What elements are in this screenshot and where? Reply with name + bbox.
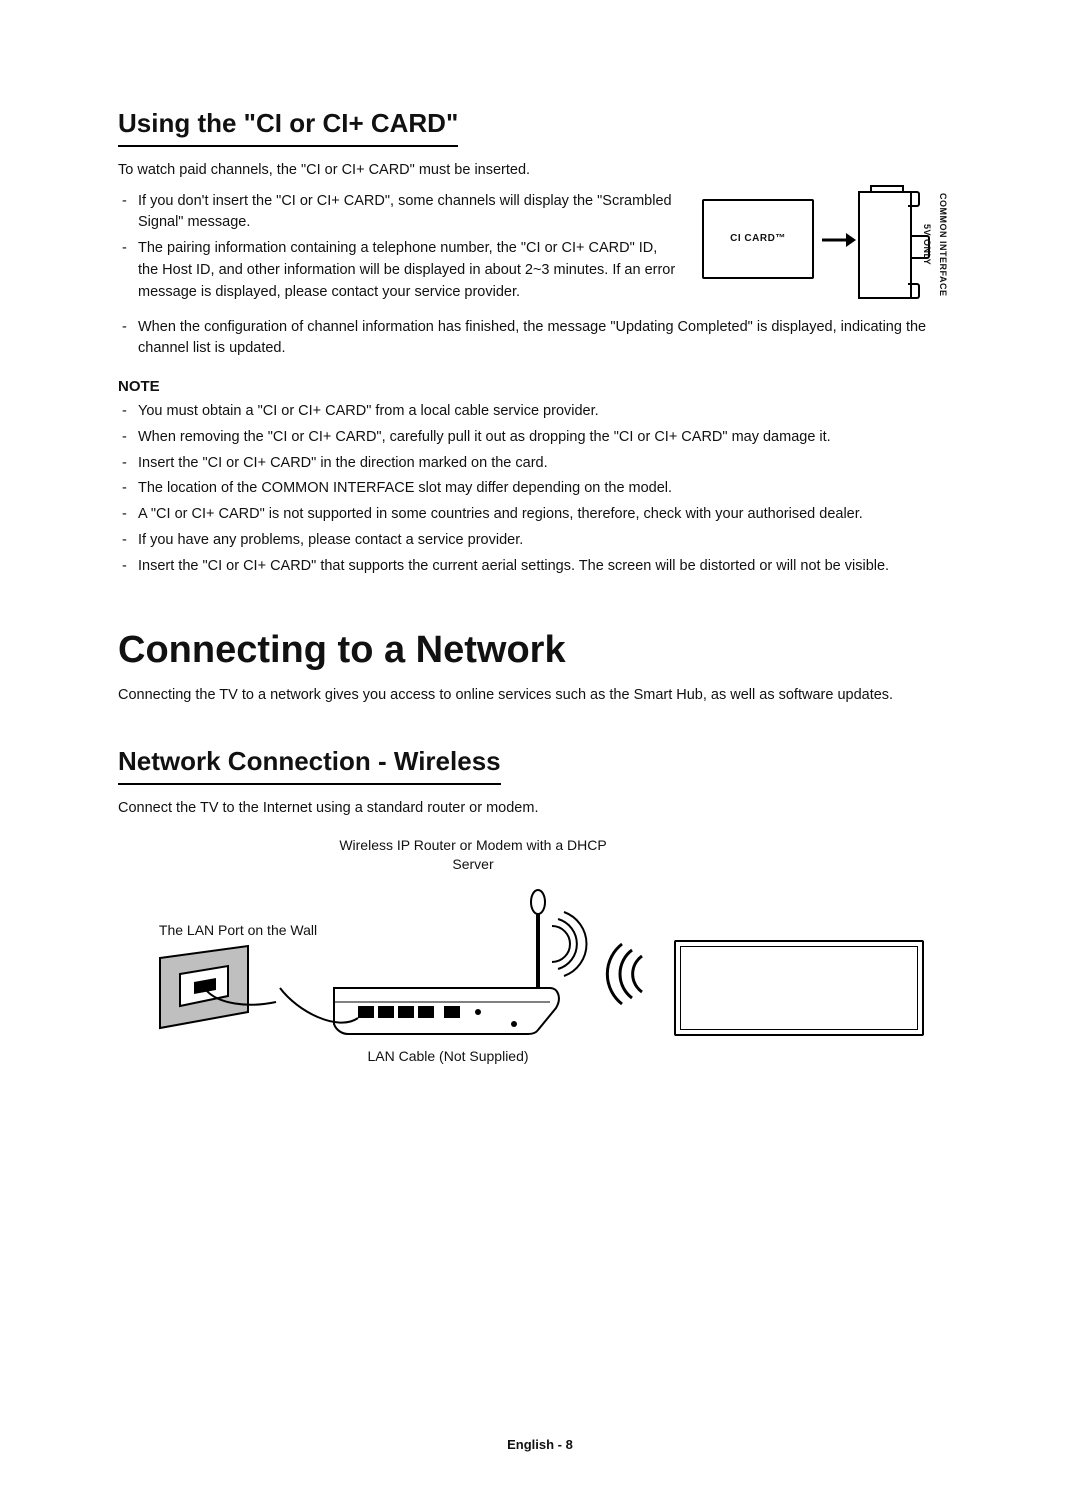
slot-label-5v: 5V ONLY bbox=[922, 224, 932, 265]
label-wall-port: The LAN Port on the Wall bbox=[138, 922, 338, 938]
ci-notes: You must obtain a "CI or CI+ CARD" from … bbox=[118, 401, 962, 577]
ci-slot-icon bbox=[858, 191, 912, 299]
label-lan-cable: LAN Cable (Not Supplied) bbox=[328, 1048, 568, 1064]
label-router: Wireless IP Router or Modem with a DHCP … bbox=[328, 836, 618, 874]
intro-ci-card: To watch paid channels, the "CI or CI+ C… bbox=[118, 161, 962, 181]
list-item: If you don't insert the "CI or CI+ CARD"… bbox=[120, 191, 680, 235]
router-icon bbox=[328, 892, 568, 1042]
heading-ci-card: Using the "CI or CI+ CARD" bbox=[118, 108, 458, 147]
note-heading: NOTE bbox=[118, 378, 962, 395]
ci-bullets-2: When the configuration of channel inform… bbox=[118, 317, 962, 361]
wifi-waves-icon bbox=[604, 944, 650, 1004]
list-item: Insert the "CI or CI+ CARD" in the direc… bbox=[120, 453, 962, 475]
list-item: The location of the COMMON INTERFACE slo… bbox=[120, 478, 962, 500]
ci-card-label: CI CARD™ bbox=[730, 233, 786, 244]
intro-wireless: Connect the TV to the Internet using a s… bbox=[118, 799, 962, 819]
list-item: You must obtain a "CI or CI+ CARD" from … bbox=[120, 401, 962, 423]
page-footer: English - 8 bbox=[0, 1437, 1080, 1452]
wireless-figure: Wireless IP Router or Modem with a DHCP … bbox=[118, 836, 962, 1086]
list-item: A "CI or CI+ CARD" is not supported in s… bbox=[120, 504, 962, 526]
section-ci-card: Using the "CI or CI+ CARD" To watch paid… bbox=[118, 108, 962, 577]
list-item: If you have any problems, please contact… bbox=[120, 530, 962, 552]
list-item: Insert the "CI or CI+ CARD" that support… bbox=[120, 556, 962, 578]
wall-port-icon bbox=[158, 944, 278, 1030]
arrow-right-icon bbox=[822, 231, 856, 249]
tv-icon bbox=[674, 940, 924, 1036]
heading-network: Connecting to a Network bbox=[118, 629, 962, 672]
intro-network: Connecting the TV to a network gives you… bbox=[118, 686, 962, 706]
ci-card-icon: CI CARD™ bbox=[702, 199, 814, 279]
list-item: The pairing information containing a tel… bbox=[120, 238, 680, 303]
slot-label-common-interface: COMMON INTERFACE bbox=[938, 193, 948, 297]
list-item: When the configuration of channel inform… bbox=[120, 317, 962, 361]
list-item: When removing the "CI or CI+ CARD", care… bbox=[120, 427, 962, 449]
heading-wireless: Network Connection - Wireless bbox=[118, 746, 501, 785]
ci-card-figure: CI CARD™ 5V ONLY COMMON INTERFACE bbox=[702, 191, 962, 311]
ci-bullets-1: If you don't insert the "CI or CI+ CARD"… bbox=[118, 191, 680, 304]
section-network: Connecting to a Network Connecting the T… bbox=[118, 629, 962, 1086]
